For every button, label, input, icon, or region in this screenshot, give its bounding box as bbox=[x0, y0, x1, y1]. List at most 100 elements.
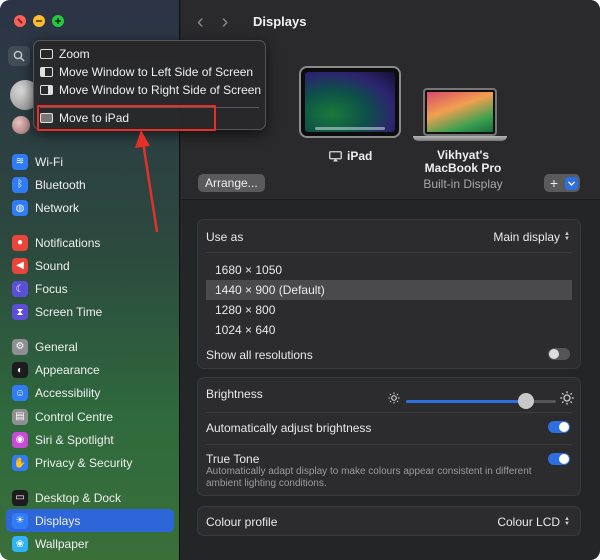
ipad-label: iPad bbox=[329, 149, 372, 163]
appearance-icon: ◐ bbox=[12, 362, 28, 379]
menu-item-move-left[interactable]: Move Window to Left Side of Screen bbox=[40, 63, 253, 81]
hourglass-icon: ⧗ bbox=[12, 304, 28, 321]
ipad-display-thumbnail[interactable] bbox=[299, 66, 401, 138]
tile-right-icon bbox=[40, 85, 53, 95]
sidebar-item-label: Wallpaper bbox=[35, 537, 89, 552]
sidebar-item-control-centre[interactable]: ▤ Control Centre bbox=[6, 405, 174, 428]
macbook-wallpaper bbox=[427, 92, 493, 132]
add-display-button[interactable]: + bbox=[544, 174, 580, 192]
true-tone-label: True Tone bbox=[206, 452, 260, 466]
divider bbox=[206, 412, 572, 413]
hand-icon: ✋ bbox=[12, 455, 28, 472]
menu-item-move-right[interactable]: Move Window to Right Side of Screen bbox=[40, 81, 261, 99]
sidebar-item-label: Bluetooth bbox=[35, 177, 86, 192]
ipad-dock bbox=[315, 127, 385, 130]
sidebar-item-accessibility[interactable]: ☺ Accessibility bbox=[6, 382, 174, 405]
zoom-window-button[interactable] bbox=[52, 15, 64, 27]
sidebar-item-sound[interactable]: ◀ Sound bbox=[6, 254, 174, 277]
tile-left-icon bbox=[40, 67, 53, 77]
chevron-down-icon[interactable] bbox=[565, 176, 578, 190]
divider bbox=[206, 252, 572, 253]
sidebar-item-label: General bbox=[35, 339, 78, 354]
menu-item-label: Move Window to Left Side of Screen bbox=[59, 65, 254, 79]
forward-chevron-icon[interactable]: › bbox=[222, 12, 229, 32]
auto-brightness-toggle[interactable] bbox=[548, 421, 570, 433]
sidebar-item-label: Focus bbox=[35, 282, 68, 297]
sidebar-nav: ≋ Wi-Fi ᛒ Bluetooth ◍ Network ● Notifications ◀ S… bbox=[6, 150, 174, 556]
sidebar-item-label: Accessibility bbox=[35, 386, 101, 401]
sidebar-item-focus[interactable]: ☾ Focus bbox=[6, 277, 174, 300]
use-as-label: Use as bbox=[206, 230, 244, 244]
sidebar-item-notifications[interactable]: ● Notifications bbox=[6, 231, 174, 254]
family-avatar[interactable] bbox=[12, 116, 30, 134]
ipad-wallpaper bbox=[305, 72, 395, 132]
accessibility-icon: ☺ bbox=[12, 385, 28, 402]
show-all-resolutions-toggle[interactable] bbox=[548, 348, 570, 360]
siri-icon: ◉ bbox=[12, 431, 28, 448]
sidebar-item-label: Control Centre bbox=[35, 409, 114, 424]
use-as-value: Main display bbox=[493, 230, 561, 244]
window-icon bbox=[40, 49, 53, 59]
sidebar-item-siri-spotlight[interactable]: ◉ Siri & Spotlight bbox=[6, 428, 174, 451]
dock-icon: ▭ bbox=[12, 489, 28, 506]
bluetooth-icon: ᛒ bbox=[12, 176, 28, 193]
sun-low-icon bbox=[388, 392, 400, 407]
show-all-resolutions-label: Show all resolutions bbox=[206, 348, 313, 362]
sidebar-item-label: Wi-Fi bbox=[35, 154, 63, 169]
brightness-group: Brightness Automatically adjust brightne… bbox=[197, 377, 581, 496]
page-title: Displays bbox=[253, 14, 307, 29]
sidebar-item-label: Appearance bbox=[35, 363, 100, 378]
use-as-select[interactable]: Main display ▲ ▼ bbox=[493, 230, 570, 244]
resolution-option[interactable]: 1680 × 1050 bbox=[206, 260, 572, 280]
brightness-slider[interactable] bbox=[406, 393, 556, 409]
search-field[interactable] bbox=[8, 46, 30, 66]
menu-item-label: Zoom bbox=[59, 47, 90, 61]
close-window-button[interactable] bbox=[14, 15, 26, 27]
airplay-display-icon bbox=[329, 150, 342, 161]
true-tone-toggle[interactable] bbox=[548, 453, 570, 465]
arrange-button[interactable]: Arrange... bbox=[198, 174, 265, 192]
sidebar-item-label: Siri & Spotlight bbox=[35, 432, 114, 447]
control-centre-icon: ▤ bbox=[12, 408, 28, 425]
plus-icon: + bbox=[549, 175, 559, 191]
sidebar-item-wallpaper[interactable]: ❀ Wallpaper bbox=[6, 532, 174, 555]
window-controls bbox=[14, 15, 64, 27]
sidebar-item-label: Privacy & Security bbox=[35, 456, 133, 471]
sidebar-item-desktop-dock[interactable]: ▭ Desktop & Dock bbox=[6, 486, 174, 509]
sidebar-item-network[interactable]: ◍ Network bbox=[6, 197, 174, 220]
back-chevron-icon[interactable]: ‹ bbox=[197, 12, 204, 32]
resolution-option[interactable]: 1280 × 800 bbox=[206, 300, 572, 320]
speaker-icon: ◀ bbox=[12, 257, 28, 274]
sidebar-item-general[interactable]: ⚙ General bbox=[6, 335, 174, 358]
settings-window: ≋ Wi-Fi ᛒ Bluetooth ◍ Network ● Notifications ◀ S… bbox=[0, 0, 600, 560]
updown-chevron-icon: ▲ ▼ bbox=[564, 516, 570, 527]
auto-brightness-label: Automatically adjust brightness bbox=[206, 421, 372, 435]
search-icon bbox=[13, 50, 25, 62]
resolution-option[interactable]: 1440 × 900 (Default) bbox=[206, 280, 572, 300]
colour-profile-select[interactable]: Colour LCD ▲ ▼ bbox=[497, 515, 570, 529]
divider bbox=[206, 444, 572, 445]
sidebar-item-bluetooth[interactable]: ᛒ Bluetooth bbox=[6, 173, 174, 196]
wifi-icon: ≋ bbox=[12, 153, 28, 170]
ipad-name: iPad bbox=[347, 149, 373, 163]
menu-item-zoom[interactable]: Zoom bbox=[40, 45, 90, 63]
sidebar-item-label: Desktop & Dock bbox=[35, 490, 122, 505]
sidebar-item-displays[interactable]: ☀ Displays bbox=[6, 509, 174, 533]
display-mode-group: Use as Main display ▲ ▼ 1680 × 1050 1440 ×… bbox=[197, 219, 581, 369]
macbook-display-thumbnail[interactable] bbox=[423, 88, 497, 136]
updown-chevron-icon: ▲ ▼ bbox=[564, 231, 570, 242]
sun-high-icon bbox=[560, 391, 574, 408]
sidebar-item-screen-time[interactable]: ⧗ Screen Time bbox=[6, 301, 174, 324]
wallpaper-icon: ❀ bbox=[12, 536, 28, 553]
sidebar-item-privacy-security[interactable]: ✋ Privacy & Security bbox=[6, 452, 174, 475]
sidebar-item-appearance[interactable]: ◐ Appearance bbox=[6, 358, 174, 381]
macbook-subtitle: Built-in Display bbox=[423, 177, 503, 191]
bell-icon: ● bbox=[12, 234, 28, 251]
sidebar-item-wi-fi[interactable]: ≋ Wi-Fi bbox=[6, 150, 174, 173]
resolution-option[interactable]: 1024 × 640 bbox=[206, 320, 572, 340]
history-nav: ‹ › bbox=[197, 12, 228, 32]
minimize-window-button[interactable] bbox=[33, 15, 45, 27]
brightness-knob[interactable] bbox=[518, 393, 534, 409]
